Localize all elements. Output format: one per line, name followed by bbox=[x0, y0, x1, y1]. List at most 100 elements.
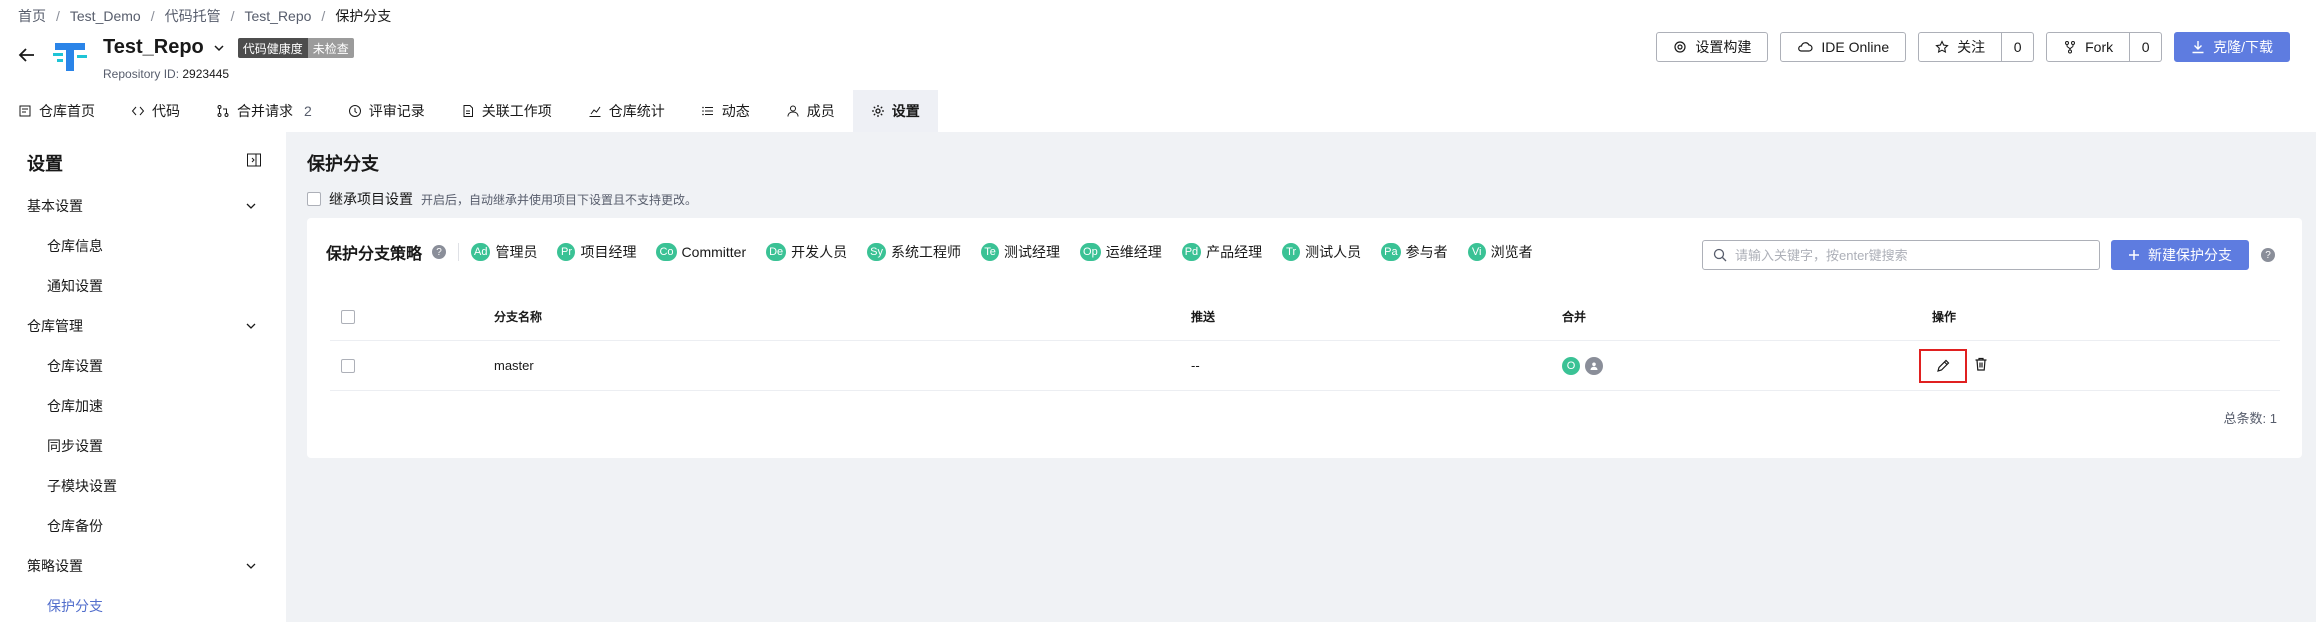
role-system-engineer: Sy 系统工程师 bbox=[867, 242, 961, 262]
member-icon bbox=[787, 105, 799, 117]
user-icon bbox=[1585, 356, 1603, 375]
ide-online-label: IDE Online bbox=[1821, 39, 1890, 55]
role-legend: Ad 管理员 Pr 项目经理 Co Committer De 开发人员 Sy 系统工程师 … bbox=[471, 242, 1533, 262]
top-actions: 设置构建 IDE Online 关注 0 Fork 0 克隆/下载 bbox=[1656, 32, 2290, 62]
chevron-down-icon bbox=[246, 323, 256, 329]
edit-button[interactable] bbox=[1919, 348, 1967, 383]
sidebar-group-policy[interactable]: 策略设置 bbox=[27, 556, 257, 576]
help-icon[interactable]: ? bbox=[432, 245, 447, 259]
inherit-label: 继承项目设置 bbox=[329, 191, 413, 207]
tab-repo-home[interactable]: 仓库首页 bbox=[0, 90, 113, 132]
settings-build-label: 设置构建 bbox=[1695, 39, 1752, 55]
sidebar-item-repo-acceleration[interactable]: 仓库加速 bbox=[47, 396, 103, 416]
sidebar-item-repo-info[interactable]: 仓库信息 bbox=[47, 236, 103, 256]
push-permission: -- bbox=[1191, 358, 1200, 373]
tab-settings[interactable]: 设置 bbox=[852, 90, 938, 132]
role-project-manager: Pr 项目经理 bbox=[557, 242, 636, 262]
chevron-down-icon[interactable] bbox=[212, 41, 226, 55]
repo-id: Repository ID: 2923445 bbox=[103, 67, 229, 81]
plus-icon bbox=[2129, 250, 2139, 260]
breadcrumb-project[interactable]: Test_Demo bbox=[70, 8, 141, 24]
table-header: 分支名称 推送 合并 操作 bbox=[330, 293, 2280, 341]
chevron-down-icon bbox=[246, 203, 256, 209]
breadcrumb-code-hosting[interactable]: 代码托管 bbox=[165, 6, 221, 26]
stats-icon bbox=[589, 106, 601, 117]
activity-icon bbox=[701, 106, 713, 116]
tab-linked-work-items[interactable]: 关联工作项 bbox=[443, 90, 570, 132]
tab-activity[interactable]: 动态 bbox=[683, 90, 768, 132]
protected-branch-table: 分支名称 推送 合并 操作 master -- O bbox=[330, 293, 2280, 391]
total-count: 总条数: 1 bbox=[2223, 411, 2277, 426]
search-icon bbox=[1713, 248, 1727, 262]
link-work-item-icon bbox=[463, 105, 473, 117]
gear-icon bbox=[871, 105, 884, 117]
ide-online-button[interactable]: IDE Online bbox=[1780, 32, 1907, 62]
role-admin: Ad 管理员 bbox=[471, 242, 537, 262]
gear-icon bbox=[1674, 41, 1687, 53]
tab-members[interactable]: 成员 bbox=[768, 90, 853, 132]
column-operations: 操作 bbox=[1932, 310, 1957, 324]
column-merge: 合并 bbox=[1562, 310, 1587, 324]
tab-merge-requests[interactable]: 合并请求 2 bbox=[198, 90, 330, 132]
collapse-sidebar-icon[interactable] bbox=[246, 152, 262, 168]
delete-button[interactable] bbox=[1973, 356, 1989, 375]
sidebar-item-protected-branch[interactable]: 保护分支 bbox=[47, 596, 103, 616]
repo-id-value: 2923445 bbox=[182, 67, 230, 81]
tab-code[interactable]: 代码 bbox=[113, 90, 198, 132]
sidebar-title: 设置 bbox=[27, 154, 63, 174]
sidebar-item-submodule-settings[interactable]: 子模块设置 bbox=[47, 476, 117, 496]
role-participant: Pa 参与者 bbox=[1381, 242, 1448, 262]
follow-button[interactable]: 关注 bbox=[1918, 32, 2003, 62]
inherit-checkbox[interactable] bbox=[307, 192, 321, 206]
policy-title: 保护分支策略 bbox=[326, 246, 423, 263]
select-all-checkbox[interactable] bbox=[341, 309, 355, 324]
sidebar-item-sync-settings[interactable]: 同步设置 bbox=[47, 436, 103, 456]
fork-button[interactable]: Fork bbox=[2046, 32, 2131, 62]
file-icon bbox=[19, 105, 31, 117]
help-icon[interactable]: ? bbox=[2261, 248, 2275, 262]
breadcrumb-home[interactable]: 首页 bbox=[18, 6, 46, 26]
health-status: 未检查 bbox=[307, 37, 354, 58]
sidebar-group-basic[interactable]: 基本设置 bbox=[27, 196, 257, 216]
role-ops-manager: Op 运维经理 bbox=[1080, 242, 1162, 262]
new-protected-branch-button[interactable]: 新建保护分支 bbox=[2111, 240, 2249, 270]
breadcrumb-repo[interactable]: Test_Repo bbox=[244, 8, 311, 24]
tab-review-records[interactable]: 评审记录 bbox=[330, 90, 443, 132]
repo-logo bbox=[49, 37, 93, 77]
inherit-description: 开启后，自动继承并使用项目下设置且不支持更改。 bbox=[421, 192, 698, 207]
follow-label: 关注 bbox=[1957, 39, 1986, 55]
cloud-icon bbox=[1798, 42, 1813, 52]
repo-title-row: Test_Repo 代码健康度 未检查 bbox=[103, 36, 354, 59]
repo-name[interactable]: Test_Repo bbox=[103, 36, 204, 59]
health-badge[interactable]: 代码健康度 未检查 bbox=[237, 37, 354, 58]
policy-header: 保护分支策略 ? Ad 管理员 Pr 项目经理 Co Committer De 开发人员… bbox=[326, 240, 1533, 264]
health-label: 代码健康度 bbox=[237, 37, 308, 58]
role-committer: Co Committer bbox=[656, 243, 746, 261]
protected-branch-card: 保护分支策略 ? Ad 管理员 Pr 项目经理 Co Committer De 开发人员… bbox=[307, 218, 2302, 458]
column-push: 推送 bbox=[1191, 310, 1216, 324]
fork-count: 0 bbox=[2130, 32, 2163, 62]
row-actions bbox=[1919, 348, 1989, 383]
sidebar-group-repo-management[interactable]: 仓库管理 bbox=[27, 316, 257, 336]
back-arrow-icon[interactable] bbox=[16, 44, 38, 66]
sidebar-item-notification[interactable]: 通知设置 bbox=[47, 276, 103, 296]
merge-permission: O bbox=[1562, 356, 1603, 375]
inherit-project-settings: 继承项目设置 开启后，自动继承并使用项目下设置且不支持更改。 bbox=[307, 189, 697, 209]
merge-role-badge: O bbox=[1562, 356, 1580, 375]
branch-name: master bbox=[494, 358, 534, 373]
fork-group: Fork 0 bbox=[2046, 32, 2163, 62]
follow-count: 0 bbox=[2002, 32, 2035, 62]
sidebar-item-repo-backup[interactable]: 仓库备份 bbox=[47, 516, 103, 536]
fork-icon bbox=[2065, 41, 2076, 54]
tab-repo-stats[interactable]: 仓库统计 bbox=[570, 90, 683, 132]
download-icon bbox=[2192, 41, 2204, 54]
clone-download-button[interactable]: 克隆/下载 bbox=[2174, 32, 2290, 62]
search-input[interactable] bbox=[1735, 247, 2085, 263]
row-checkbox[interactable] bbox=[341, 358, 355, 373]
role-tester: Tr 测试人员 bbox=[1282, 242, 1361, 262]
settings-build-button[interactable]: 设置构建 bbox=[1656, 32, 1769, 62]
sidebar-item-repo-settings[interactable]: 仓库设置 bbox=[47, 356, 103, 376]
search-box bbox=[1702, 240, 2100, 270]
page-title: 保护分支 bbox=[307, 154, 379, 174]
follow-group: 关注 0 bbox=[1918, 32, 2035, 62]
